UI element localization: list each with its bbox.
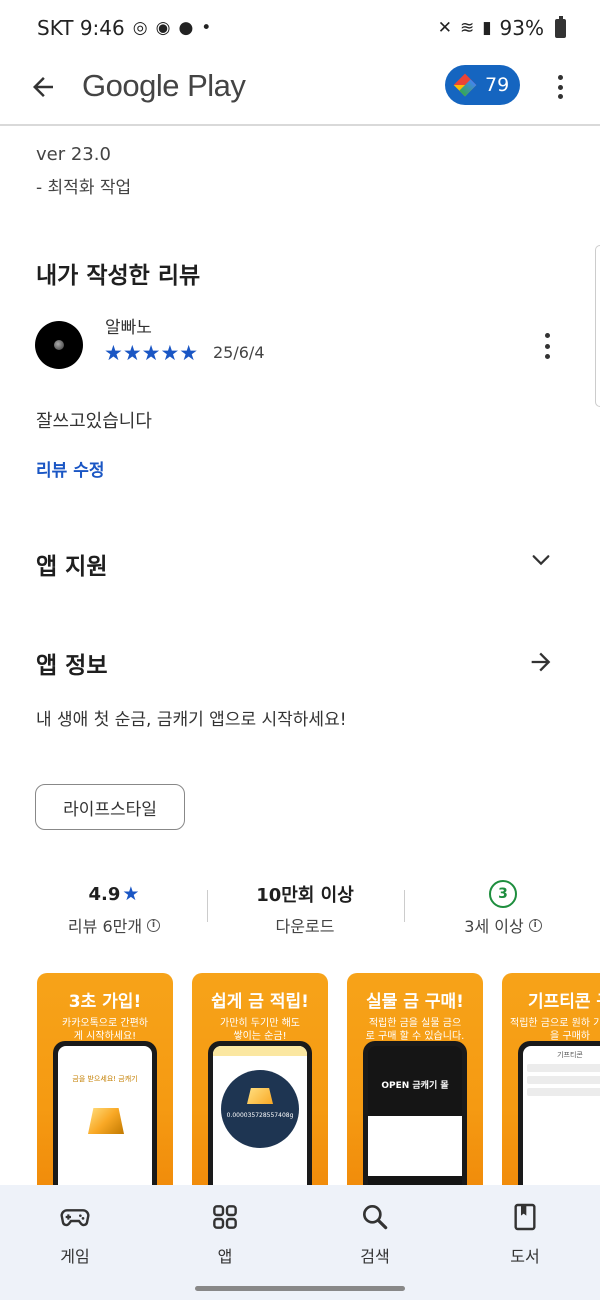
screenshot-3[interactable]: 실물 금 구매! 적립한 금을 실물 금으로 구매 할 수 있습니다. OPEN… bbox=[347, 973, 483, 1188]
instagram-icon: ◎ bbox=[132, 18, 148, 38]
stat-divider bbox=[404, 890, 405, 922]
info-icon[interactable]: i bbox=[528, 918, 542, 932]
gold-bars-image bbox=[88, 1108, 124, 1134]
arrow-right-icon[interactable] bbox=[527, 648, 555, 676]
chat-icon: ● bbox=[178, 18, 194, 38]
downloads-stat: 10만회 이상 다운로드 bbox=[235, 880, 375, 937]
category-chip[interactable]: 라이프스타일 bbox=[35, 784, 185, 830]
play-points-icon bbox=[453, 73, 477, 97]
screenshot-carousel[interactable]: 3초 가입! 카카오톡으로 간편하게 시작하세요! 금을 받으세요! 금캐기 쉽… bbox=[0, 973, 600, 1188]
apps-grid-icon bbox=[213, 1205, 237, 1229]
version-note: - 최적화 작업 bbox=[36, 178, 132, 198]
battery-percent: 93% bbox=[499, 16, 544, 40]
nav-books[interactable]: 도서 bbox=[475, 1201, 575, 1300]
rating-label: 리뷰 6만개 bbox=[67, 917, 143, 936]
nav-apps-label: 앱 bbox=[217, 1247, 233, 1266]
age-rating-stat[interactable]: 3 3세 이상 i bbox=[433, 880, 573, 937]
wifi-icon: ≋ bbox=[459, 18, 475, 38]
signal-icon: ▮ bbox=[482, 18, 492, 38]
downloads-label: 다운로드 bbox=[275, 917, 335, 936]
downloads-value: 10만회 이상 bbox=[256, 885, 354, 906]
notification-icon: ◉ bbox=[155, 18, 171, 38]
nav-books-label: 도서 bbox=[510, 1247, 540, 1266]
back-arrow-icon[interactable] bbox=[28, 72, 58, 102]
review-more-options-icon[interactable] bbox=[537, 333, 557, 359]
play-points-button[interactable]: 79 bbox=[445, 65, 520, 105]
rating-value: 4.9 bbox=[88, 883, 121, 905]
review-date: 25/6/4 bbox=[213, 343, 265, 362]
gold-bars-image bbox=[247, 1088, 273, 1104]
app-support-title[interactable]: 앱 지원 bbox=[36, 547, 108, 581]
age-rating-icon: 3 bbox=[489, 880, 517, 908]
edit-review-link[interactable]: 리뷰 수정 bbox=[36, 456, 104, 481]
more-options-icon[interactable] bbox=[550, 72, 570, 102]
chevron-down-icon[interactable] bbox=[530, 549, 552, 571]
phone-mockup: OPEN 금캐기 몰 bbox=[363, 1041, 467, 1188]
app-info-title[interactable]: 앱 정보 bbox=[36, 646, 108, 680]
more-notifications-icon: • bbox=[201, 18, 212, 38]
nav-games[interactable]: 게임 bbox=[25, 1201, 125, 1300]
screenshot-4[interactable]: 기프티콘 구 적립한 금으로 원하 기프티콘을 구매하 기프티콘 bbox=[502, 973, 600, 1188]
nav-games-label: 게임 bbox=[60, 1247, 90, 1266]
screenshot-1[interactable]: 3초 가입! 카카오톡으로 간편하게 시작하세요! 금을 받으세요! 금캐기 bbox=[37, 973, 173, 1188]
reviewer-name: 알빠노 bbox=[105, 318, 152, 338]
search-icon bbox=[363, 1205, 388, 1230]
star-icon: ★ bbox=[122, 883, 140, 905]
review-text: 잘쓰고있습니다 bbox=[36, 411, 152, 432]
my-review-title: 내가 작성한 리뷰 bbox=[36, 263, 201, 289]
status-left: SKT 9:46 ◎ ◉ ● • bbox=[37, 16, 211, 40]
gesture-bar[interactable] bbox=[195, 1286, 405, 1291]
status-right: ✕ ≋ ▮ 93% bbox=[437, 15, 566, 40]
phone-mockup: 0.0000357285574​08g bbox=[208, 1041, 312, 1188]
app-bar: Google Play 79 bbox=[0, 56, 600, 126]
version-text: ver 23.0 bbox=[36, 144, 111, 165]
edge-panel-handle[interactable] bbox=[595, 245, 600, 407]
review-stars: ★★★★★ bbox=[104, 341, 199, 365]
battery-icon bbox=[555, 15, 566, 38]
nav-search-label: 검색 bbox=[360, 1247, 390, 1266]
bottom-nav: 게임 앱 검색 도서 bbox=[0, 1185, 600, 1300]
gamepad-icon bbox=[60, 1209, 90, 1227]
avatar bbox=[35, 321, 83, 369]
rating-stat[interactable]: 4.9 ★ 리뷰 6만개 i bbox=[44, 880, 184, 937]
stat-divider bbox=[207, 890, 208, 922]
book-icon bbox=[514, 1203, 536, 1231]
status-bar: SKT 9:46 ◎ ◉ ● • ✕ ≋ ▮ 93% bbox=[0, 0, 600, 56]
points-count: 79 bbox=[485, 74, 510, 96]
mute-icon: ✕ bbox=[437, 18, 452, 38]
app-title: Google Play bbox=[82, 68, 246, 103]
carrier-time: SKT 9:46 bbox=[37, 16, 125, 40]
info-icon[interactable]: i bbox=[147, 918, 161, 932]
age-label: 3세 이상 bbox=[464, 917, 524, 936]
app-description: 내 생애 첫 순금, 금캐기 앱으로 시작하세요! bbox=[36, 710, 347, 730]
screenshot-2[interactable]: 쉽게 금 적립! 가만히 두기만 해도 쌓이는 순금! 0.0000357285… bbox=[192, 973, 328, 1188]
phone-mockup: 금을 받으세요! 금캐기 bbox=[53, 1041, 157, 1188]
phone-mockup: 기프티콘 bbox=[518, 1041, 600, 1188]
